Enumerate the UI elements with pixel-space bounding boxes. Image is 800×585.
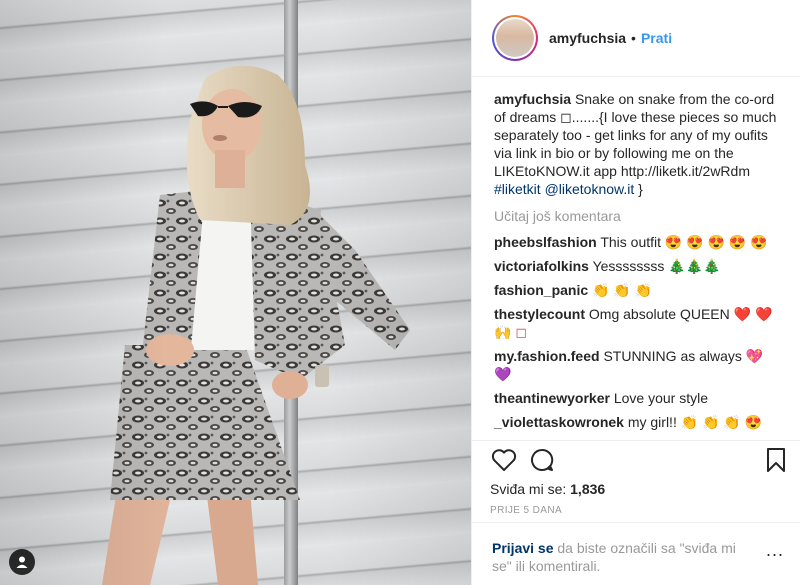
photo-shading [0,0,471,585]
comment-emoji: 🎄🎄🎄 [668,258,721,274]
post-side-panel: amyfuchsia • Prati amyfuchsia Snake on s… [471,0,800,585]
comment-username[interactable]: fashion_panic [494,282,588,298]
action-icons [490,441,785,479]
post-header: amyfuchsia • Prati [472,0,800,77]
header-username[interactable]: amyfuchsia [549,30,626,46]
comment-username[interactable]: pheebslfashion [494,234,597,250]
heart-icon[interactable] [490,446,518,474]
login-link[interactable]: Prijavi se [492,540,554,556]
comment-username[interactable]: victoriafolkins [494,258,589,274]
comment-text: my girl!! [627,414,677,430]
comment-emoji: 👏 👏 👏 [592,282,653,298]
post-timestamp[interactable]: PRIJE 5 DANA [490,505,782,516]
comment-emoji: 👏 👏 👏 😍 [680,414,763,430]
comment: my.fashion.feed STUNNING as always 💖 💜 [494,347,782,383]
comment: victoriafolkins Yessssssss 🎄🎄🎄 [494,257,782,275]
post-actions: Sviđa mi se: 1,836 PRIJE 5 DANA [472,440,800,516]
avatar-story-ring[interactable] [492,15,538,61]
comment-text: Yessssssss [592,258,665,274]
post-photo[interactable] [0,0,471,585]
comments-list: amyfuchsia Snake on snake from the co-or… [472,78,800,440]
instagram-post: amyfuchsia • Prati amyfuchsia Snake on s… [0,0,800,585]
comment-text: Omg absolute QUEEN [588,306,730,322]
likes-label: Sviđa mi se: [490,481,567,497]
caption-hashtag[interactable]: #liketkit [494,181,541,197]
comment-icon[interactable] [528,446,556,474]
likes-number: 1,836 [570,481,606,497]
comment-username[interactable]: theantinewyorker [494,390,610,406]
comment-text: This outfit [600,234,662,250]
more-options-icon[interactable]: ... [766,541,784,559]
comment: pheebslfashion This outfit 😍 😍 😍 😍 😍 [494,233,782,251]
comment-text: Love your style [613,390,708,406]
comment-username[interactable]: my.fashion.feed [494,348,600,364]
comment: theantinewyorker Love your style [494,389,782,407]
caption-mention[interactable]: @liketoknow.it [545,181,635,197]
header-separator: • [631,30,636,46]
caption-end: } [638,181,643,197]
comment: _violettaskowronek my girl!! 👏 👏 👏 😍 [494,413,782,431]
avatar [496,19,534,57]
comment-username[interactable]: _violettaskowronek [494,414,624,430]
comment-emoji: 😍 😍 😍 😍 😍 [664,234,768,250]
login-prompt: Prijavi se da biste označili sa "sviđa m… [472,522,800,575]
caption: amyfuchsia Snake on snake from the co-or… [494,90,782,198]
caption-username[interactable]: amyfuchsia [494,91,571,107]
follow-button[interactable]: Prati [641,30,672,46]
comment-text: STUNNING as always [603,348,742,364]
likes-count[interactable]: Sviđa mi se: 1,836 [490,481,782,497]
load-more-comments[interactable]: Učitaj još komentara [494,208,782,224]
user-tag-icon[interactable] [9,549,35,575]
bookmark-icon[interactable] [762,446,790,474]
comment-username[interactable]: thestylecount [494,306,585,322]
comment: thestylecount Omg absolute QUEEN ❤️ ❤️ 🙌… [494,305,782,341]
comment: fashion_panic 👏 👏 👏 [494,281,782,299]
